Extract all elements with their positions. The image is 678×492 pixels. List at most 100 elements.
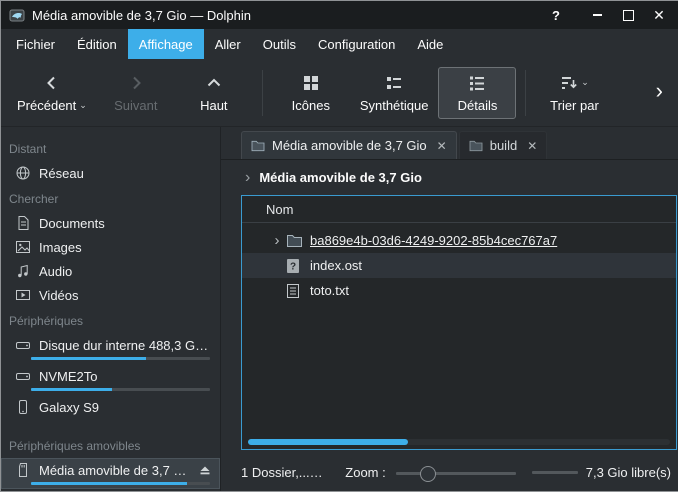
file-row-folder[interactable]: › ba869e4b-03d6-4249-9202-85b4cec767a7: [242, 228, 676, 253]
sidebar-item-label: Réseau: [39, 166, 84, 181]
eject-button[interactable]: [198, 463, 212, 477]
back-button[interactable]: Précédent⌄: [7, 67, 97, 119]
sidebar-item-galaxy-s9[interactable]: Galaxy S9: [1, 395, 220, 419]
sidebar-item-label: Audio: [39, 264, 72, 279]
tab-close-button[interactable]: ✕: [437, 139, 447, 153]
file-name: index.ost: [310, 258, 362, 273]
help-button[interactable]: ?: [544, 4, 568, 26]
up-button[interactable]: Haut: [175, 67, 253, 119]
forward-label: Suivant: [114, 98, 157, 113]
window-body: Distant Réseau Chercher Documents Images: [1, 127, 678, 491]
section-header-peripheriques: Périphériques: [1, 307, 220, 333]
tab-label: Média amovible de 3,7 Gio: [272, 138, 427, 153]
tab-media-amovible[interactable]: Média amovible de 3,7 Gio ✕: [241, 131, 457, 159]
sidebar-item-reseau[interactable]: Réseau: [1, 161, 220, 185]
zoom-control: Zoom :: [345, 465, 515, 481]
chevron-right-icon: [127, 74, 145, 92]
sidebar-item-label: Disque dur interne 488,3 G…: [39, 338, 208, 353]
maximize-icon: [623, 10, 634, 21]
dolphin-window: Média amovible de 3,7 Gio — Dolphin ? ✕ …: [0, 0, 678, 492]
sidebar-item-label: Média amovible de 3,7 …: [39, 463, 186, 478]
sidebar-item-documents[interactable]: Documents: [1, 211, 220, 235]
menu-item-affichage[interactable]: Affichage: [128, 29, 204, 59]
sidebar-item-label: NVME2To: [39, 369, 98, 384]
scrollbar-thumb[interactable]: [248, 439, 408, 445]
section-peripheriques-amovibles: Périphériques amovibles Média amovible d…: [1, 432, 220, 489]
horizontal-scrollbar[interactable]: [248, 439, 670, 445]
chevron-up-icon: [205, 74, 223, 92]
menu-item-edition[interactable]: Édition: [66, 29, 128, 59]
free-space-bar: [532, 471, 578, 474]
section-header-chercher: Chercher: [1, 185, 220, 211]
file-view[interactable]: Nom › ba869e4b-03d6-4249-9202-85b4cec767…: [241, 195, 677, 450]
toolbar-separator: [525, 70, 526, 116]
video-icon: [15, 287, 31, 303]
up-label: Haut: [200, 98, 227, 113]
minimize-button[interactable]: [585, 4, 609, 26]
sd-card-icon: [15, 462, 31, 478]
free-space-indicator: 7,3 Gio libre(s): [532, 465, 671, 480]
expand-arrow-icon[interactable]: ›: [268, 233, 286, 248]
zoom-slider[interactable]: [396, 465, 516, 481]
places-panel: Distant Réseau Chercher Documents Images: [1, 127, 221, 491]
close-button[interactable]: ✕: [647, 4, 671, 26]
toolbar-separator: [262, 70, 263, 116]
sidebar-item-audio[interactable]: Audio: [1, 259, 220, 283]
breadcrumb-location[interactable]: Média amovible de 3,7 Gio: [259, 170, 422, 185]
capacity-bar: [31, 482, 210, 485]
zoom-label: Zoom :: [345, 465, 385, 480]
sidebar-item-videos[interactable]: Vidéos: [1, 283, 220, 307]
capacity-bar-fill: [31, 482, 187, 485]
network-icon: [15, 165, 31, 181]
menu-item-outils[interactable]: Outils: [252, 29, 307, 59]
status-bar: 1 Dossier,...ers (99 o) Zoom : 7,3 Gio l…: [221, 454, 678, 491]
view-compact-button[interactable]: Synthétique: [350, 67, 439, 119]
toolbar-overflow-button[interactable]: ›: [646, 80, 673, 106]
hard-drive-icon: [15, 337, 31, 353]
titlebar[interactable]: Média amovible de 3,7 Gio — Dolphin ? ✕: [1, 1, 678, 29]
zoom-slider-track[interactable]: [396, 472, 516, 475]
sidebar-item-media-amovible[interactable]: Média amovible de 3,7 …: [1, 458, 220, 489]
sidebar-item-images[interactable]: Images: [1, 235, 220, 259]
file-name: ba869e4b-03d6-4249-9202-85b4cec767a7: [310, 233, 557, 248]
svg-text:?: ?: [290, 261, 296, 272]
view-icons-button[interactable]: Icônes: [272, 67, 350, 119]
column-header-nom[interactable]: Nom: [266, 202, 293, 217]
view-icons-label: Icônes: [292, 98, 330, 113]
menu-item-fichier[interactable]: Fichier: [5, 29, 66, 59]
file-row-index-ost[interactable]: ? index.ost: [242, 253, 676, 278]
tab-close-button[interactable]: ✕: [527, 139, 537, 153]
capacity-bar-fill: [31, 357, 146, 360]
tab-build[interactable]: build ✕: [459, 131, 548, 159]
menubar: Fichier Édition Affichage Aller Outils C…: [1, 29, 678, 59]
section-header-peripheriques-amovibles: Périphériques amovibles: [1, 432, 220, 458]
grid-view-icon: [302, 74, 320, 92]
view-details-button[interactable]: Détails: [438, 67, 516, 119]
breadcrumb-chevron-icon[interactable]: ›: [245, 170, 250, 186]
dolphin-app-icon: [9, 7, 25, 23]
zoom-slider-handle[interactable]: [420, 466, 436, 482]
file-row-toto-txt[interactable]: toto.txt: [242, 278, 676, 303]
details-view-icon: [468, 74, 486, 92]
compact-view-icon: [385, 74, 403, 92]
menu-item-aide[interactable]: Aide: [406, 29, 454, 59]
image-icon: [15, 239, 31, 255]
column-header-row: Nom: [242, 196, 676, 223]
capacity-bar: [31, 388, 210, 391]
sidebar-item-label: Galaxy S9: [39, 400, 99, 415]
free-space-label: 7,3 Gio libre(s): [586, 465, 671, 480]
sidebar-item-label: Documents: [39, 216, 105, 231]
capacity-bar-fill: [31, 388, 112, 391]
maximize-button[interactable]: [616, 4, 640, 26]
capacity-bar: [31, 357, 210, 360]
menu-item-aller[interactable]: Aller: [204, 29, 252, 59]
view-details-label: Détails: [458, 98, 498, 113]
sort-by-button[interactable]: ⌄ Trier par: [535, 67, 613, 119]
chevron-left-icon: [43, 74, 61, 92]
forward-button[interactable]: Suivant: [97, 67, 175, 119]
section-chercher: Chercher Documents Images Audio Vidéos: [1, 185, 220, 307]
sidebar-item-nvme2to[interactable]: NVME2To: [1, 364, 220, 395]
menu-item-configuration[interactable]: Configuration: [307, 29, 406, 59]
view-compact-label: Synthétique: [360, 98, 429, 113]
sidebar-item-disque-dur-interne[interactable]: Disque dur interne 488,3 G…: [1, 333, 220, 364]
